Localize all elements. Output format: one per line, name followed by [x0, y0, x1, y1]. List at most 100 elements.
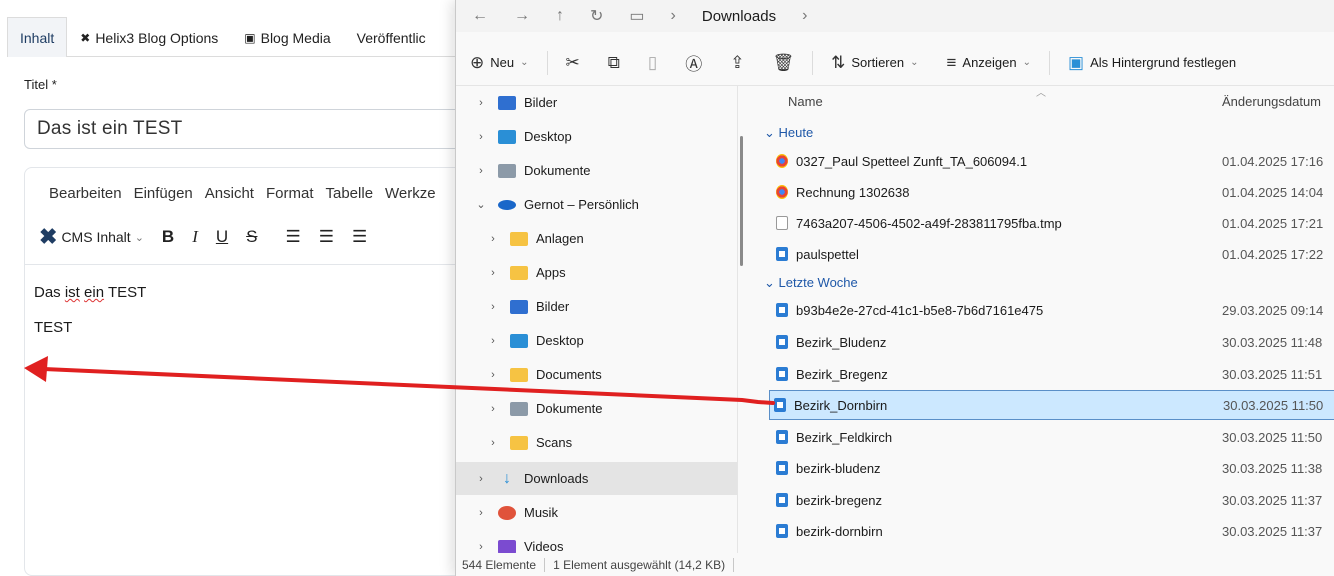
desktop-icon: [498, 129, 516, 144]
view-button[interactable]: ≡ Anzeigen ⌄: [932, 47, 1045, 79]
file-name: bezirk-bregenz: [796, 492, 882, 508]
tab-helix3-blog-options[interactable]: ✖ Helix3 Blog Options: [67, 17, 231, 57]
nav-item-bilder-onedrive[interactable]: › Bilder: [456, 290, 737, 323]
menu-format[interactable]: Format: [266, 185, 314, 202]
nav-item-dokumente-onedrive[interactable]: › Dokumente: [456, 392, 737, 425]
tab-veroeffentlichung[interactable]: Veröffentlic: [344, 17, 439, 57]
chrome-file-icon: [776, 185, 788, 199]
file-date: 30.03.2025 11:50: [1222, 429, 1323, 445]
status-bar: 544 Elemente 1 Element ausgewählt (14,2 …: [456, 553, 1334, 576]
plus-circle-icon: ⊕: [470, 52, 485, 72]
file-name: b93b4e2e-27cd-41c1-b5e8-7b6d7161e475: [796, 302, 1044, 318]
content-line-1: Das ist ein TEST: [34, 284, 146, 301]
rename-button[interactable]: Ⓐ: [671, 47, 716, 79]
file-row[interactable]: b93b4e2e-27cd-41c1-b5e8-7b6d7161e475 29.0…: [772, 295, 1334, 325]
file-date: 30.03.2025 11:48: [1222, 334, 1323, 350]
copy-button[interactable]: ⧉: [594, 47, 634, 79]
tab-label: Helix3 Blog Options: [95, 29, 219, 46]
share-button[interactable]: ⇪: [716, 47, 758, 79]
folder-icon: [510, 231, 528, 246]
underline-button[interactable]: U: [216, 227, 228, 247]
nav-item-musik[interactable]: › Musik: [456, 496, 737, 529]
nav-item-bilder[interactable]: › Bilder: [456, 86, 737, 119]
blank-file-icon: [776, 216, 788, 230]
nav-item-documents[interactable]: › Documents: [456, 358, 737, 391]
file-row[interactable]: Bezirk_Feldkirch 30.03.2025 11:50: [772, 422, 1334, 452]
file-row[interactable]: Rechnung 1302638 01.04.2025 14:04: [772, 177, 1334, 207]
onedrive-icon: [498, 199, 516, 210]
strikethrough-button[interactable]: S: [246, 227, 257, 247]
file-row[interactable]: Bezirk_Bludenz 30.03.2025 11:48: [772, 327, 1334, 357]
set-wallpaper-button[interactable]: ▣ Als Hintergrund festlegen: [1054, 47, 1250, 79]
file-row[interactable]: 7463a207-4506-4502-a49f-283811795fba.tmp…: [772, 208, 1334, 238]
word-file-icon: [776, 430, 788, 444]
view-label: Anzeigen: [962, 55, 1017, 70]
chevron-right-icon: ›: [479, 472, 483, 485]
align-right-icon[interactable]: ☰: [352, 227, 367, 247]
file-row[interactable]: 0327_Paul Spetteel Zunft_TA_606094.1 01.0…: [772, 146, 1334, 176]
new-label: Neu: [490, 55, 515, 70]
word-file-icon: [776, 367, 788, 381]
chevron-right-icon: ›: [491, 368, 495, 381]
align-center-icon[interactable]: ☰: [319, 227, 334, 247]
menu-bearbeiten[interactable]: Bearbeiten: [49, 185, 122, 202]
file-date: 30.03.2025 11:50: [1223, 397, 1324, 413]
nav-item-downloads[interactable]: › ↓ Downloads: [456, 462, 737, 495]
title-input[interactable]: Das ist ein TEST: [24, 109, 484, 149]
cut-button[interactable]: ✂: [552, 47, 594, 79]
editor-content[interactable]: Das ist ein TEST TEST: [34, 284, 146, 354]
nav-item-scans[interactable]: › Scans: [456, 426, 737, 459]
breadcrumb-downloads[interactable]: Downloads: [702, 8, 776, 25]
menu-tabelle[interactable]: Tabelle: [326, 185, 374, 202]
italic-button[interactable]: I: [192, 227, 198, 247]
group-header-heute[interactable]: ⌄ Heute: [764, 125, 813, 141]
nav-scrollbar[interactable]: [740, 136, 743, 266]
file-name: 0327_Paul Spetteel Zunft_TA_606094.1: [796, 153, 1028, 169]
up-arrow-icon[interactable]: ↑: [556, 7, 564, 25]
nav-item-onedrive[interactable]: ⌄ Gernot – Persönlich: [456, 188, 737, 221]
file-name: Bezirk_Dornbirn: [794, 397, 888, 413]
pictures-icon: [510, 299, 528, 314]
file-row[interactable]: bezirk-bregenz 30.03.2025 11:37: [772, 485, 1334, 515]
tab-inhalt[interactable]: Inhalt: [7, 17, 68, 57]
file-row[interactable]: bezirk-bludenz 30.03.2025 11:38: [772, 453, 1334, 483]
forward-arrow-icon[interactable]: →: [514, 7, 530, 25]
tab-blog-media[interactable]: ▣ Blog Media: [231, 17, 343, 57]
nav-item-dokumente[interactable]: › Dokumente: [456, 154, 737, 187]
nav-label: Dokumente: [536, 401, 603, 416]
group-label: Letzte Woche: [778, 275, 858, 290]
chevron-right-icon: ›: [491, 300, 495, 313]
chevron-right-icon: ›: [670, 7, 676, 24]
file-row[interactable]: Bezirk_Bregenz 30.03.2025 11:51: [772, 359, 1334, 389]
file-date: 01.04.2025 17:16: [1222, 153, 1324, 169]
paste-button[interactable]: ▯: [634, 47, 671, 79]
group-header-letzte-woche[interactable]: ⌄ Letzte Woche: [764, 275, 858, 291]
word-file-icon: [776, 247, 788, 261]
bold-button[interactable]: B: [162, 227, 174, 247]
delete-button[interactable]: 🗑: [759, 47, 809, 79]
align-left-icon[interactable]: ☰: [285, 227, 300, 247]
column-name[interactable]: Name: [788, 94, 823, 109]
column-date[interactable]: Änderungsdatum: [1222, 94, 1321, 109]
editor-menubar: Bearbeiten Einfügen Ansicht Format Tabel…: [49, 185, 436, 202]
menu-ansicht[interactable]: Ansicht: [205, 185, 254, 202]
back-arrow-icon[interactable]: ←: [472, 7, 488, 25]
file-row[interactable]: bezirk-dornbirn 30.03.2025 11:37: [772, 516, 1334, 546]
chevron-right-icon: ›: [479, 506, 483, 519]
new-button[interactable]: ⊕ Neu ⌄: [456, 47, 543, 79]
nav-item-apps[interactable]: › Apps: [456, 256, 737, 289]
chevron-right-icon: ›: [491, 266, 495, 279]
menu-einfuegen[interactable]: Einfügen: [134, 185, 193, 202]
menu-werkzeuge[interactable]: Werkze: [385, 185, 436, 202]
file-name: paulspettel: [796, 246, 859, 262]
nav-item-desktop-onedrive[interactable]: › Desktop: [456, 324, 737, 357]
nav-item-anlagen[interactable]: › Anlagen: [456, 222, 737, 255]
file-row[interactable]: paulspettel 01.04.2025 17:22: [772, 239, 1334, 269]
file-row-selected[interactable]: Bezirk_Dornbirn 30.03.2025 11:50: [769, 390, 1334, 420]
refresh-icon[interactable]: ↻: [590, 6, 603, 26]
computer-icon[interactable]: ▭: [629, 6, 644, 26]
cms-content-dropdown[interactable]: ✖ CMS Inhalt ⌄: [39, 224, 144, 250]
separator: [546, 50, 548, 75]
sort-button[interactable]: ⇅ Sortieren ⌄: [817, 47, 932, 79]
nav-item-desktop[interactable]: › Desktop: [456, 120, 737, 153]
